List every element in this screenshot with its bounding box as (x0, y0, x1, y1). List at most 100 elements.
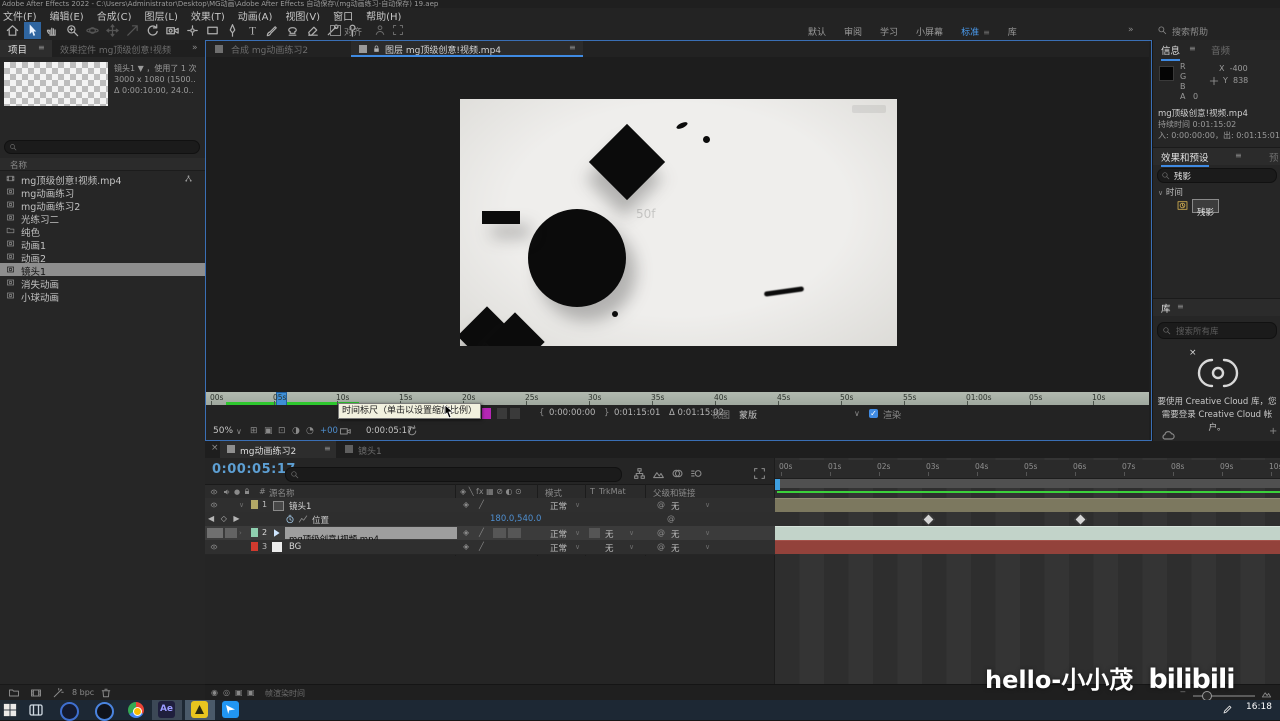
position-property-row[interactable]: ◀ ◇ ▶ 位置 180.0,540.0 @ (205, 512, 775, 527)
viewer-canvas[interactable]: 50f (206, 57, 1149, 392)
bit-depth-label[interactable]: 8 bpc (72, 688, 94, 697)
layer-row-2-selected[interactable]: › 2 mg顶级创意!视频.mp4 ◈ ╱ 正常 ∨ 无 ∨ @ 无 ∨ (205, 526, 775, 545)
timeline-ruler[interactable]: 00s 01s 02s 03s 04s 05s 06s 07s 08s 09s … (775, 460, 1280, 479)
parent-pickwhip-icon[interactable]: @ (657, 542, 665, 551)
camera-tool-icon[interactable] (164, 22, 181, 39)
blend-toggle-icon[interactable]: ◎ (223, 688, 230, 697)
text-tool-icon[interactable]: T (244, 22, 261, 39)
layer-color-label[interactable] (251, 500, 258, 509)
effects-switch-icon[interactable]: ╱ (479, 542, 484, 551)
project-item-9[interactable]: 小球动画 (0, 289, 205, 304)
parent-dropdown[interactable]: 无 (671, 500, 680, 512)
motion-blur-icon[interactable] (690, 467, 703, 480)
project-item-1[interactable]: mg动画练习 (0, 185, 205, 200)
blend-mode-dropdown[interactable]: 正常 (550, 528, 567, 540)
tab-audio[interactable]: 音频 (1211, 43, 1230, 57)
quality-switch-icon[interactable]: ◈ (463, 528, 469, 537)
effects-switch-icon[interactable]: ╱ (479, 500, 484, 509)
switch-block[interactable] (493, 528, 506, 538)
effects-search-field[interactable]: 残影 (1157, 168, 1277, 183)
property-value[interactable]: 180.0,540.0 (490, 514, 541, 524)
help-search-input[interactable]: 搜索帮助 (1172, 25, 1208, 38)
project-item-2[interactable]: mg动画练习2 (0, 198, 205, 213)
home-icon[interactable] (4, 22, 21, 39)
frame-blend-toggle-icon[interactable]: ▣ (235, 688, 243, 697)
property-label[interactable]: 位置 (312, 514, 329, 526)
chevron-down-icon[interactable]: ∨ (575, 501, 580, 509)
layer-bar-2[interactable] (775, 526, 1280, 540)
project-item-7[interactable]: 镜头1 (0, 263, 205, 278)
grid-snap-icon[interactable] (392, 24, 404, 36)
workspace-tab-0[interactable]: 默认 (808, 28, 826, 38)
tab-info[interactable]: 信息 (1161, 43, 1181, 61)
property-pickwhip-icon[interactable]: @ (667, 514, 675, 523)
trash-icon[interactable] (100, 687, 112, 699)
chevron-down-icon[interactable]: ∨ (705, 543, 710, 551)
new-comp-icon[interactable] (30, 687, 42, 699)
visibility-eye-icon[interactable] (209, 501, 219, 509)
trkmat-dropdown[interactable]: 无 (605, 528, 614, 540)
region-of-interest-icon[interactable]: ⊡ (278, 426, 286, 436)
quality-switch-icon[interactable]: ◈ (463, 542, 469, 551)
tab-timeline-comp[interactable]: mg动画练习2 ≡ (220, 441, 336, 458)
trkmat-block[interactable] (589, 528, 600, 538)
rotate-tool-icon[interactable] (144, 22, 161, 39)
blend-mode-dropdown[interactable]: 正常 (550, 542, 567, 554)
view-dropdown[interactable]: 蒙版 (739, 408, 757, 421)
after-effects-app-tile[interactable]: Ae (152, 700, 182, 720)
parent-pickwhip-icon[interactable]: @ (657, 500, 665, 509)
layer-color-label[interactable] (251, 528, 258, 537)
input-method-pen-icon[interactable] (1222, 704, 1233, 715)
render-checkbox[interactable]: ✓ (869, 409, 878, 418)
refresh-icon[interactable] (406, 425, 418, 437)
panel-menu-icon[interactable]: ≡ (1235, 151, 1242, 160)
trkmat-dropdown[interactable]: 无 (605, 542, 614, 554)
zoom-in-mountain-icon[interactable] (1261, 688, 1272, 699)
chevron-down-icon[interactable]: ∨ (629, 529, 634, 537)
exposure-value[interactable]: +00 (320, 426, 338, 436)
chevron-down-icon[interactable]: ∨ (705, 501, 710, 509)
graph-icon[interactable] (298, 514, 308, 524)
parent-dropdown[interactable]: 无 (671, 528, 680, 540)
shy-toggle-icon[interactable]: ◉ (211, 688, 218, 697)
panel-menu-icon[interactable]: ≡ (38, 43, 45, 52)
hand-tool-icon[interactable] (44, 22, 61, 39)
tab-effects-presets[interactable]: 效果和预设 (1161, 150, 1209, 167)
keyframe-nav[interactable]: ◀ ◇ ▶ (208, 514, 242, 523)
panel-menu-icon[interactable]: ≡ (1177, 302, 1184, 311)
browser-app-icon[interactable] (95, 702, 114, 721)
grid-options-icon[interactable]: ⊞ (250, 426, 258, 436)
cloud-sync-icon[interactable] (1161, 430, 1175, 441)
workspace-tab-5[interactable]: 库 (1008, 28, 1017, 38)
tab-timeline-shot[interactable]: 镜头1 (358, 444, 382, 457)
netdisk-app-icon[interactable] (222, 701, 239, 718)
blend-mode-dropdown[interactable]: 正常 (550, 500, 567, 512)
zoom-level-dropdown[interactable]: 50% (213, 426, 233, 436)
pen-tool-icon[interactable] (224, 22, 241, 39)
project-item-6[interactable]: 动画2 (0, 250, 205, 265)
tab-preview-clipped[interactable]: 预 (1269, 150, 1279, 164)
work-area-start-marker[interactable] (775, 479, 780, 490)
project-item-3[interactable]: 光练习二 (0, 211, 205, 226)
taskbar-clock[interactable]: 16:18 (1246, 702, 1272, 712)
effects-category-time[interactable]: ∨ 时间 (1158, 186, 1183, 198)
add-library-plus-icon[interactable]: + (1269, 426, 1277, 437)
eraser-tool-icon[interactable] (304, 22, 321, 39)
pan-camera-tool-icon[interactable] (104, 22, 121, 39)
clone-stamp-tool-icon[interactable] (284, 22, 301, 39)
tab-project[interactable]: 项目 ≡ (0, 40, 52, 57)
project-item-5[interactable]: 动画1 (0, 237, 205, 252)
layer-name[interactable]: BG (289, 542, 301, 552)
tab-libraries[interactable]: 库 (1161, 301, 1171, 315)
start-button-icon[interactable] (3, 703, 17, 717)
effect-item-echo[interactable]: 残影 (1192, 199, 1220, 218)
selected-layer-nameplate[interactable]: mg顶级创意!视频.mp4 (285, 527, 457, 545)
workspace-tab-2[interactable]: 学习 (880, 28, 898, 38)
project-item-8[interactable]: 消失动画 (0, 276, 205, 291)
graph-editor-icon[interactable] (753, 467, 766, 480)
layer-color-label[interactable] (251, 542, 258, 551)
parent-dropdown[interactable]: 无 (671, 542, 680, 554)
zoom-tool-icon[interactable] (64, 22, 81, 39)
browser-app-icon[interactable] (60, 702, 79, 721)
adjust-icon[interactable] (52, 687, 64, 699)
